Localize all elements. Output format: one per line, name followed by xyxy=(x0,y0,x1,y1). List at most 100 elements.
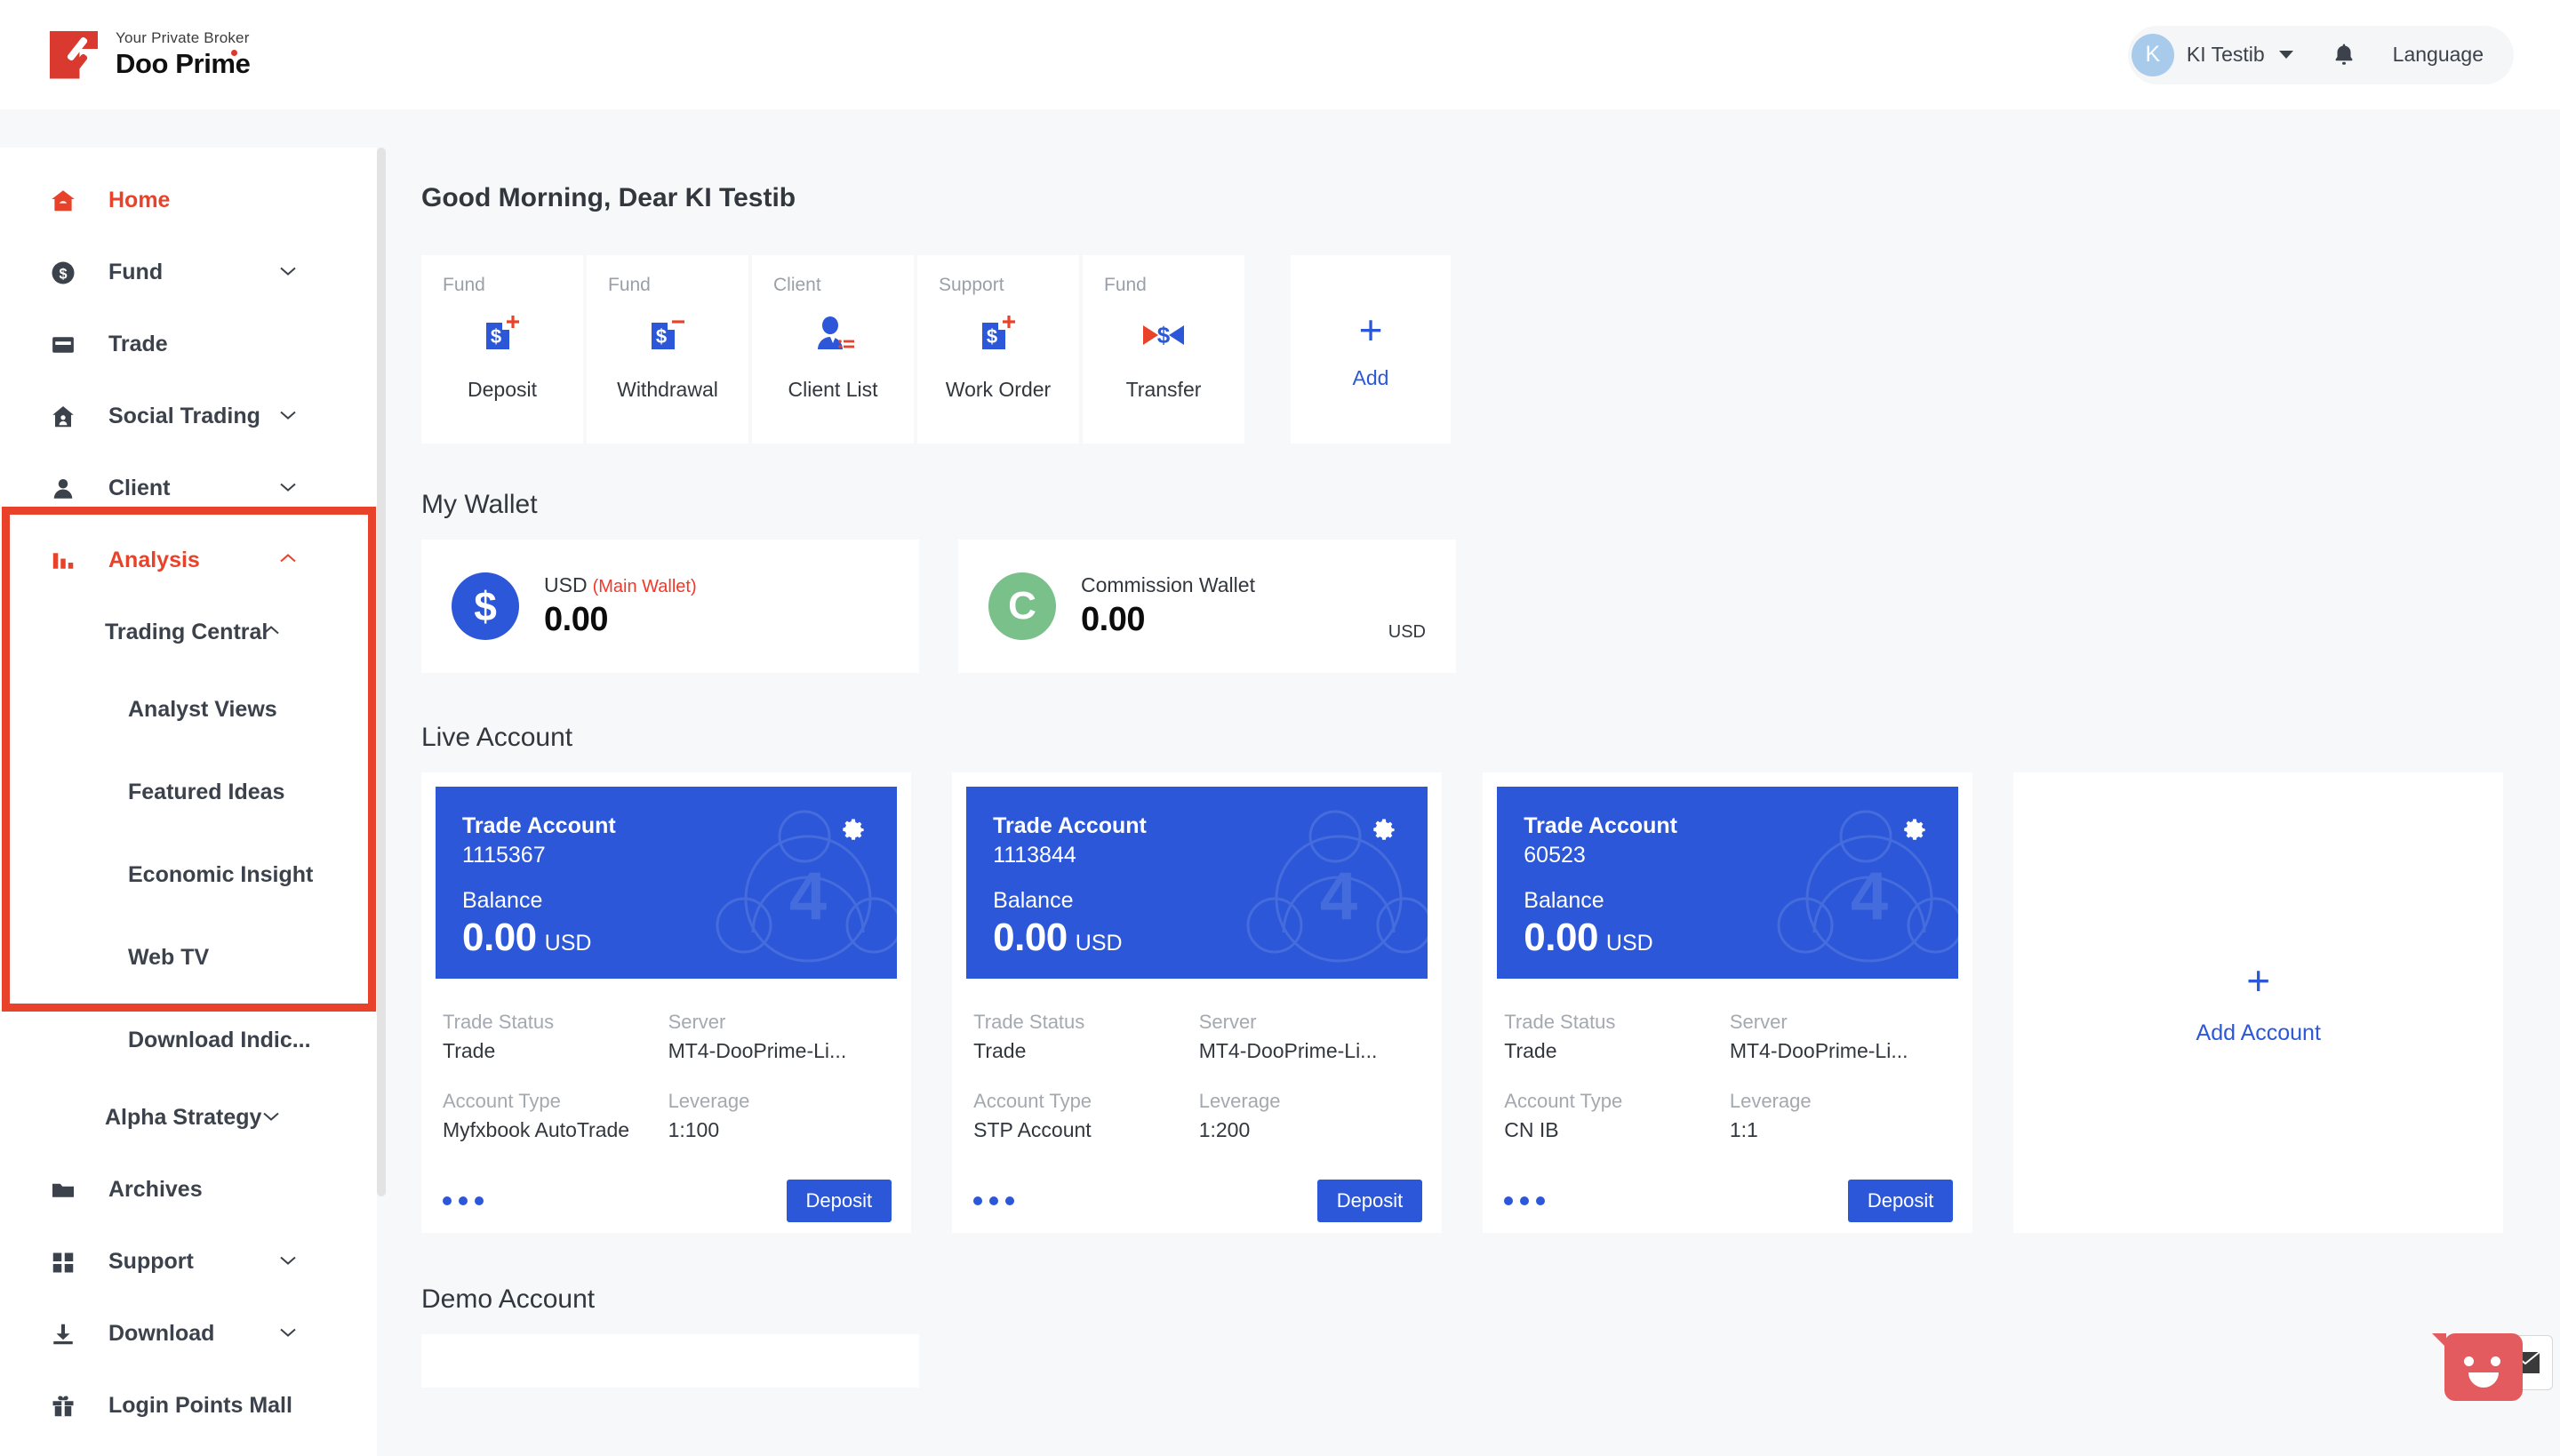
sidebar-item-featured-ideas[interactable]: Featured Ideas xyxy=(0,751,377,834)
top-header: Your Private Broker Doo Prime K KI Testi… xyxy=(0,0,2560,109)
sidebar-item-trading-central[interactable]: Trading Central xyxy=(0,596,377,668)
account-balance: 0.00USD xyxy=(462,916,897,960)
bell-icon xyxy=(2331,42,2357,68)
sidebar-item-analyst-views[interactable]: Analyst Views xyxy=(0,668,377,751)
sidebar-item-download[interactable]: Download xyxy=(0,1298,377,1370)
add-label: Add xyxy=(1353,366,1389,390)
server-label: Server xyxy=(668,1011,894,1034)
more-options-button[interactable] xyxy=(1504,1196,1545,1205)
card-icon xyxy=(50,332,85,358)
more-options-button[interactable] xyxy=(973,1196,1014,1205)
deposit-button[interactable]: Deposit xyxy=(1317,1180,1423,1222)
sidebar-item-fund[interactable]: $ Fund xyxy=(0,236,377,308)
chevron-down-icon xyxy=(278,1253,298,1270)
quick-action-label: Client List xyxy=(788,378,878,402)
my-wallet-title: My Wallet xyxy=(421,490,2503,520)
chevron-up-icon xyxy=(261,624,281,641)
sidebar-item-label: Trade xyxy=(108,332,168,357)
folder-icon xyxy=(50,1177,85,1204)
sidebar-item-archives[interactable]: Archives xyxy=(0,1154,377,1226)
account-number: 1113844 xyxy=(993,843,1428,868)
sidebar-item-economic-insight[interactable]: Economic Insight xyxy=(0,834,377,916)
quick-action-deposit[interactable]: Fund $ Deposit xyxy=(421,255,583,444)
sidebar-item-label: Featured Ideas xyxy=(128,780,284,805)
account-settings-button[interactable] xyxy=(1901,817,1928,848)
quick-action-label: Withdrawal xyxy=(617,378,718,402)
balance-currency: USD xyxy=(1606,931,1653,956)
sidebar-item-label: Download xyxy=(108,1321,214,1347)
sidebar-item-download-indicator[interactable]: Download Indic... xyxy=(0,999,377,1082)
chevron-down-icon xyxy=(278,408,298,425)
account-type-value: Myfxbook AutoTrade xyxy=(443,1118,668,1142)
quick-action-transfer[interactable]: Fund $ Transfer xyxy=(1083,255,1244,444)
account-balance: 0.00USD xyxy=(993,916,1428,960)
header-actions: K KI Testib Language xyxy=(2128,26,2514,84)
person-icon xyxy=(50,476,85,502)
dollar-doc-plus-icon: $ xyxy=(973,301,1023,369)
sidebar-item-label: Social Trading xyxy=(108,404,260,429)
sidebar-item-home[interactable]: Home xyxy=(0,164,377,236)
quick-action-withdrawal[interactable]: Fund $ Withdrawal xyxy=(587,255,748,444)
main-content: Good Morning, Dear KI Testib Fund $ Depo… xyxy=(377,148,2560,1456)
account-card: 4 Trade Account 60523 Balance 0.00USD Tr… xyxy=(1483,772,1972,1233)
account-details: Trade Status Trade Server MT4-DooPrime-L… xyxy=(966,979,1428,1162)
sidebar-scrollbar[interactable] xyxy=(377,148,386,1196)
doo-prime-mark-icon xyxy=(50,31,98,79)
sidebar-item-trade[interactable]: Trade xyxy=(0,308,377,380)
sidebar-item-support[interactable]: Support xyxy=(0,1226,377,1298)
account-card-header: 4 Trade Account 1113844 Balance 0.00USD xyxy=(966,787,1428,979)
wallet-card-usd[interactable]: $ USD(Main Wallet) 0.00 xyxy=(421,540,919,673)
wallet-name: Commission Wallet xyxy=(1081,573,1255,597)
sidebar-item-web-tv[interactable]: Web TV xyxy=(0,916,377,999)
account-type-label: Account Type xyxy=(1504,1090,1730,1113)
brand-logo[interactable]: Your Private Broker Doo Prime xyxy=(50,29,250,80)
deposit-button[interactable]: Deposit xyxy=(787,1180,892,1222)
quick-action-work-order[interactable]: Support $ Work Order xyxy=(917,255,1079,444)
main-wallet-tag: (Main Wallet) xyxy=(593,577,697,596)
demo-account-card[interactable] xyxy=(421,1334,919,1388)
transfer-arrows-icon: $ xyxy=(1136,301,1191,369)
live-account-row: 4 Trade Account 1115367 Balance 0.00USD … xyxy=(421,772,2503,1233)
user-menu[interactable]: K KI Testib xyxy=(2128,34,2293,76)
sidebar-item-analysis[interactable]: Analysis xyxy=(0,524,377,596)
add-quick-action-button[interactable]: + Add xyxy=(1291,255,1451,444)
quick-action-label: Work Order xyxy=(946,378,1051,402)
language-switcher[interactable]: Language xyxy=(2393,43,2484,67)
wallet-amount: 0.00 xyxy=(544,601,697,639)
sidebar-item-label: Analysis xyxy=(108,548,200,573)
quick-action-client-list[interactable]: Client Client List xyxy=(752,255,914,444)
account-card-footer: Deposit xyxy=(966,1162,1428,1222)
commission-badge-icon: C xyxy=(988,572,1056,640)
bar-chart-icon xyxy=(50,548,85,574)
account-settings-button[interactable] xyxy=(1371,817,1397,848)
account-card-header: 4 Trade Account 60523 Balance 0.00USD xyxy=(1497,787,1958,979)
wallet-card-commission[interactable]: C Commission Wallet 0.00 USD xyxy=(958,540,1456,673)
dollar-circle-icon: $ xyxy=(50,260,85,286)
sidebar-item-label: Trading Central xyxy=(105,620,268,645)
sidebar-item-login-points-mall[interactable]: Login Points Mall xyxy=(0,1370,377,1442)
deposit-button[interactable]: Deposit xyxy=(1848,1180,1954,1222)
add-account-button[interactable]: + Add Account xyxy=(2013,772,2503,1233)
chevron-up-icon xyxy=(278,552,298,569)
account-card-footer: Deposit xyxy=(436,1162,897,1222)
sidebar-item-social-trading[interactable]: Social Trading xyxy=(0,380,377,452)
sidebar-item-alpha-strategy[interactable]: Alpha Strategy xyxy=(0,1082,377,1154)
more-options-button[interactable] xyxy=(443,1196,484,1205)
download-icon xyxy=(50,1321,85,1348)
account-settings-button[interactable] xyxy=(840,817,867,848)
spacer xyxy=(1248,255,1287,444)
server-value: MT4-DooPrime-Li... xyxy=(668,1039,894,1063)
wallet-row: $ USD(Main Wallet) 0.00 C Commission Wal… xyxy=(421,540,2503,673)
notifications-button[interactable] xyxy=(2331,42,2357,68)
leverage-label: Leverage xyxy=(668,1090,894,1113)
sidebar-item-label: Fund xyxy=(108,260,163,285)
account-number: 60523 xyxy=(1524,843,1958,868)
trade-account-label: Trade Account xyxy=(993,813,1428,839)
account-type-label: Account Type xyxy=(973,1090,1199,1113)
account-card-header: 4 Trade Account 1115367 Balance 0.00USD xyxy=(436,787,897,979)
chat-smiley-icon[interactable] xyxy=(2444,1333,2523,1401)
sidebar-item-client[interactable]: Client xyxy=(0,452,377,524)
dollar-doc-minus-icon: $ xyxy=(643,301,692,369)
home-icon xyxy=(50,188,85,214)
sidebar: Home $ Fund Trade Social Trading xyxy=(0,148,377,1456)
